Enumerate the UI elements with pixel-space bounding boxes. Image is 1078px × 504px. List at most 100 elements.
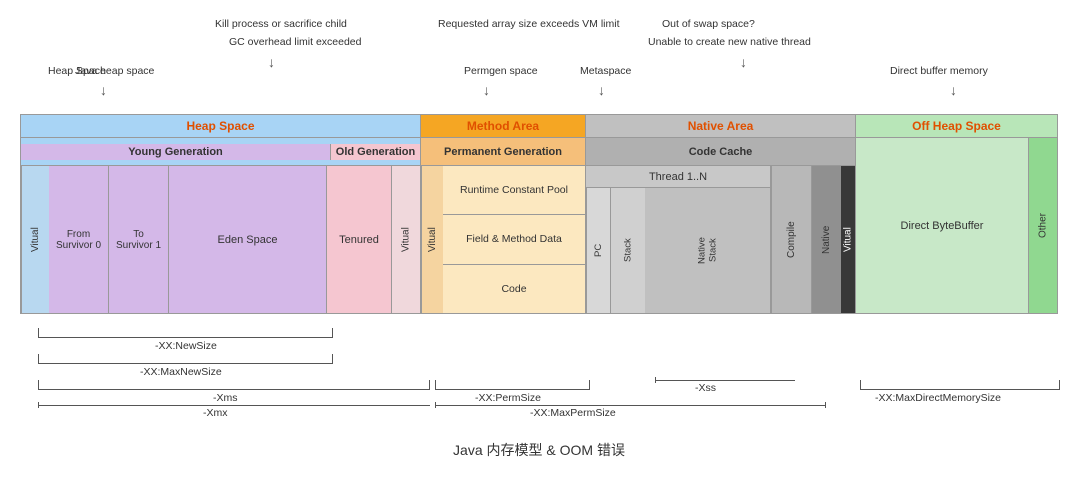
xss-text: -Xss <box>695 382 716 394</box>
heap-space-label: Heap Space <box>186 119 254 133</box>
other-label: Other <box>1038 213 1049 238</box>
newsize-text: -XX:NewSize <box>155 340 217 352</box>
maxnewsize-bracket <box>38 354 333 364</box>
method-area-section: Method Area Permanent Generation Vitual … <box>421 115 586 313</box>
virtual-native-label: Vitual <box>843 227 854 252</box>
thread-header: Thread 1..N <box>586 166 770 188</box>
newsize-bracket <box>38 328 333 338</box>
heap-virtual-cell: Vitual <box>21 166 49 313</box>
permgen-arrow: ↓ <box>483 82 490 98</box>
oom-labels: Kill process or sacrifice child GC overh… <box>20 10 1058 110</box>
to-survivor-cell: ToSurvivor 1 <box>109 166 169 313</box>
off-heap-header: Off Heap Space <box>856 115 1057 138</box>
perm-gen-label: Permanent Generation <box>444 146 562 158</box>
xss-left <box>655 377 656 383</box>
permsize-bracket <box>435 380 590 390</box>
oom-metaspace: Metaspace <box>580 65 631 77</box>
method-area-header: Method Area <box>421 115 585 138</box>
maxpermsize-right <box>825 402 826 408</box>
method-list: Runtime Constant Pool Field & Method Dat… <box>443 166 585 313</box>
maxpermsize-line <box>435 405 825 406</box>
direct-bytebuffer-cell: Direct ByteBuffer <box>856 138 1029 313</box>
thread-label: Thread 1..N <box>649 171 707 183</box>
thread-cells: PC Stack NativeStack <box>586 188 770 313</box>
stack-label: Stack <box>623 239 634 263</box>
maxpermsize-text: -XX:MaxPermSize <box>530 407 616 419</box>
method-virtual-label: Vitual <box>427 227 438 252</box>
maxpermsize-left <box>435 402 436 408</box>
xmx-left-tick <box>38 402 39 408</box>
maxnewsize-label: -XX:MaxNewSize <box>140 366 222 378</box>
java-heap-space-text: Java heap space <box>75 65 154 77</box>
xms-text: -Xms <box>213 392 238 404</box>
code-cache-label: Code Cache <box>689 146 753 158</box>
other-cell: Other <box>1029 138 1057 313</box>
oom-direct-buffer: Direct buffer memory <box>890 65 988 77</box>
oom-native-thread: Unable to create new native thread <box>648 36 811 48</box>
heap-inner: Young Generation Old Generation Vitual F… <box>21 138 420 313</box>
from-survivor-cell: FromSurvivor 0 <box>49 166 109 313</box>
direct-bytebuffer-label: Direct ByteBuffer <box>901 220 984 232</box>
stack-cell: Stack <box>610 188 645 313</box>
page-title: Java 内存模型 & OOM 错误 <box>20 440 1058 460</box>
native-area-header: Native Area <box>586 115 855 138</box>
tenured-label: Tenured <box>339 234 379 246</box>
xms-bracket <box>38 380 430 390</box>
method-area-label: Method Area <box>467 119 539 133</box>
native-cell: Native <box>811 166 841 313</box>
java-heap-arrow: ↓ <box>100 82 107 98</box>
oom-permgen: Permgen space <box>464 65 538 77</box>
pc-cell: PC <box>586 188 610 313</box>
oom-swap: Out of swap space? <box>662 18 755 30</box>
xms-label: -Xms <box>213 392 238 404</box>
pc-label: PC <box>593 244 604 257</box>
method-cells: Vitual Runtime Constant Pool Field & Met… <box>421 166 585 313</box>
xmx-label: -Xmx <box>203 407 228 419</box>
swap-text: Out of swap space? <box>662 18 755 30</box>
title-text: Java 内存模型 & OOM 错误 <box>453 442 625 458</box>
code-item: Code <box>443 265 585 313</box>
native-cells: Thread 1..N PC Stack NativeStack <box>586 166 855 313</box>
oom-java-heap-label: Java heap space <box>75 65 154 77</box>
direct-buffer-text: Direct buffer memory <box>890 65 988 77</box>
perm-gen-header: Permanent Generation <box>421 138 585 166</box>
eden-space-label: Eden Space <box>218 234 278 246</box>
heap-virtual-old-cell: Vitual <box>392 166 420 313</box>
heap-space-section: Heap Space Young Generation Old Generati… <box>21 115 421 313</box>
heap-virtual-old-label: Vitual <box>401 227 412 252</box>
direct-buffer-arrow: ↓ <box>950 82 957 98</box>
maxpermsize-label: -XX:MaxPermSize <box>530 407 616 419</box>
oom-kill-process: Kill process or sacrifice child <box>215 18 347 30</box>
permsize-text: -XX:PermSize <box>475 392 541 404</box>
annotations-section: -XX:NewSize -XX:MaxNewSize -Xms -Xmx -XX… <box>20 320 1058 430</box>
native-thread-text: Unable to create new native thread <box>648 36 811 48</box>
xss-line <box>655 380 795 381</box>
heap-cells-row: Vitual FromSurvivor 0 ToSurvivor 1 Eden … <box>21 166 420 313</box>
off-heap-label: Off Heap Space <box>912 119 1001 133</box>
field-method-data: Field & Method Data <box>443 215 585 264</box>
oom-array-size: Requested array size exceeds VM limit <box>438 18 620 30</box>
kill-process-text: Kill process or sacrifice child <box>215 18 347 30</box>
native-stack-cell: NativeStack <box>645 188 770 313</box>
old-gen-label: Old Generation <box>336 146 415 158</box>
permgen-text: Permgen space <box>464 65 538 77</box>
method-virtual-cell: Vitual <box>421 166 443 313</box>
code-label: Code <box>501 283 526 295</box>
maxdirect-label: -XX:MaxDirectMemorySize <box>875 392 1001 404</box>
maxnewsize-text: -XX:MaxNewSize <box>140 366 222 378</box>
xss-label: -Xss <box>695 382 716 394</box>
xmx-line <box>38 405 430 406</box>
permsize-label: -XX:PermSize <box>475 392 541 404</box>
heap-space-header: Heap Space <box>21 115 420 138</box>
young-gen-label: Young Generation <box>128 146 223 158</box>
heap-gen-row: Young Generation Old Generation <box>21 138 420 166</box>
main-container: Kill process or sacrifice child GC overh… <box>0 0 1078 470</box>
native-inner: Code Cache Thread 1..N PC Stack <box>586 138 855 313</box>
native-thread-arrow: ↓ <box>740 54 747 70</box>
young-generation: Young Generation <box>21 144 331 160</box>
metaspace-text: Metaspace <box>580 65 631 77</box>
code-cache-header: Code Cache <box>586 138 855 166</box>
native-area-label: Native Area <box>688 119 754 133</box>
method-inner: Permanent Generation Vitual Runtime Cons… <box>421 138 585 313</box>
maxdirect-bracket <box>860 380 1060 390</box>
